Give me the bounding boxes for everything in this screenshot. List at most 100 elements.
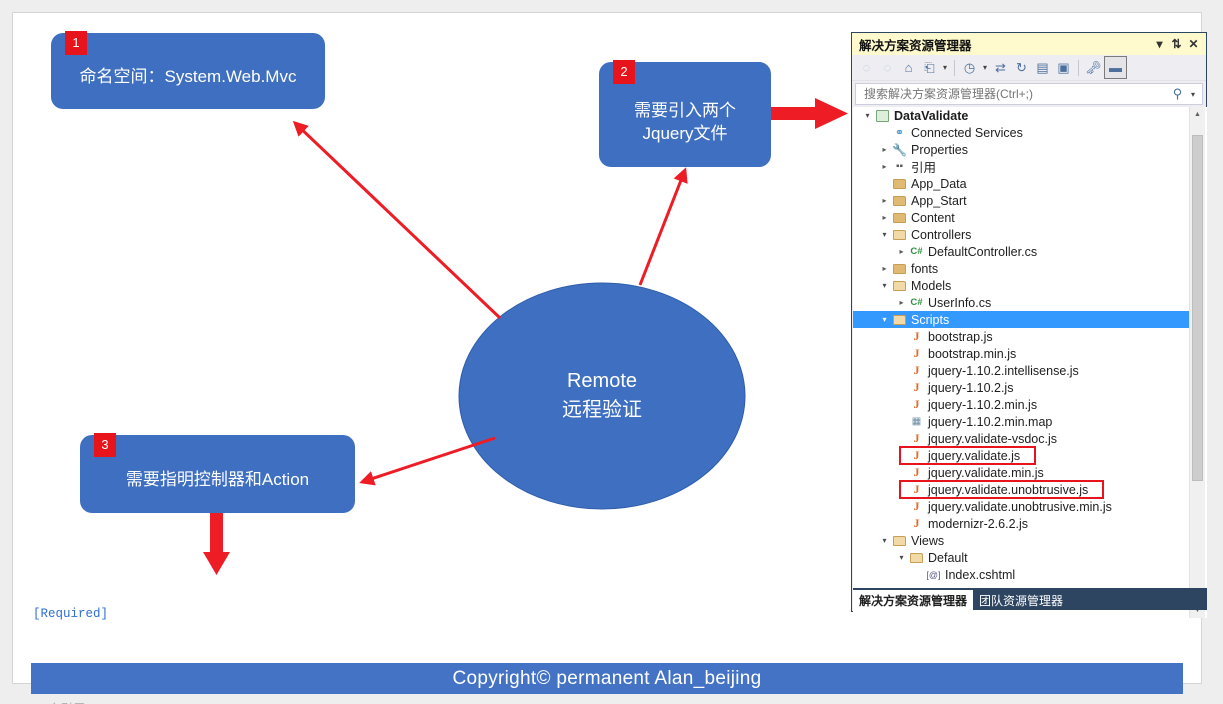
- sync-with-active-document-icon[interactable]: ⎗: [919, 57, 940, 78]
- chevron-open-icon[interactable]: ▾: [878, 281, 891, 290]
- tree-item-default[interactable]: ▾ Default: [853, 549, 1192, 566]
- chevron-open-icon[interactable]: ▾: [878, 536, 891, 545]
- tree-item-label: jquery.validate-vsdoc.js: [928, 431, 1057, 446]
- tree-item-label: fonts: [911, 261, 939, 276]
- tree-item-jquery-validate-js[interactable]: Jjquery.validate.js: [853, 447, 1192, 464]
- folderopen-icon: [891, 229, 908, 240]
- tree-item-scripts[interactable]: ▾ Scripts: [853, 311, 1192, 328]
- solution-explorer-tree[interactable]: ▾ DataValidate ⚭ Connected Services ▸ 🔧 Proper…: [853, 107, 1207, 618]
- tree-item-label: jquery-1.10.2.min.js: [928, 397, 1038, 412]
- chevron-open-icon[interactable]: ▾: [878, 315, 891, 324]
- js-icon: J: [913, 431, 920, 445]
- folderopen-icon: [891, 280, 908, 291]
- tree-item-app-start[interactable]: ▸ App_Start: [853, 192, 1192, 209]
- scroll-up-icon[interactable]: ▲: [1190, 107, 1205, 122]
- chevron-closed-icon[interactable]: ▸: [878, 162, 891, 171]
- tree-item-jquery-1-10-2-min-js[interactable]: Jjquery-1.10.2.min.js: [853, 396, 1192, 413]
- chevron-open-icon[interactable]: ▾: [895, 553, 908, 562]
- forward-icon[interactable]: ◌: [877, 57, 898, 78]
- js-icon: J: [913, 363, 920, 377]
- tree-item-label: jquery.validate.unobtrusive.min.js: [928, 499, 1112, 514]
- refresh-icon[interactable]: ↻: [1011, 57, 1032, 78]
- pending-changes-filter-icon[interactable]: ◷: [959, 57, 980, 78]
- collapse-all-icon[interactable]: ▤: [1032, 57, 1053, 78]
- tree-item-label: App_Data: [911, 176, 967, 191]
- filter-dropdown-icon[interactable]: ▾: [980, 57, 990, 78]
- tree-item-userinfo-cs[interactable]: ▸ C# UserInfo.cs: [853, 294, 1192, 311]
- chevron-open-icon[interactable]: ▾: [861, 111, 874, 120]
- tree-item-label: 引用: [911, 161, 937, 175]
- tree-item-jquery-validate-unobtrusive-min-js[interactable]: Jjquery.validate.unobtrusive.min.js: [853, 498, 1192, 515]
- tree-item-label: DataValidate: [894, 108, 969, 123]
- footer-text: Copyright© permanent Alan_beijing: [452, 667, 762, 689]
- solution-explorer-panel: 解决方案资源管理器 ▾ ⇅ ✕ ◌ ◌ ⌂ ⎗ ▾ ◷ ▾ ⇄ ↻ ▤ ▣ 🗝 …: [851, 32, 1207, 618]
- tree-item-label: bootstrap.min.js: [928, 346, 1017, 361]
- map-icon: ▦: [911, 416, 922, 427]
- callout-2[interactable]: 2 需要引入两个 Jquery文件: [599, 60, 771, 167]
- tree-item-label: Connected Services: [911, 125, 1023, 140]
- chevron-closed-icon[interactable]: ▸: [895, 247, 908, 256]
- cs-icon: C#: [910, 297, 923, 308]
- js-icon: J: [913, 499, 920, 513]
- tab-solution-explorer[interactable]: 解决方案资源管理器: [853, 590, 974, 610]
- callout-3[interactable]: 3 需要指明控制器和Action: [80, 433, 355, 513]
- scrollbar-thumb[interactable]: [1192, 135, 1203, 481]
- sync-dropdown-icon[interactable]: ▾: [940, 57, 950, 78]
- chevron-closed-icon[interactable]: ▸: [878, 145, 891, 154]
- js-icon: J: [913, 448, 920, 462]
- js-icon: J: [913, 380, 920, 394]
- solution-explorer-search[interactable]: ⚲ ▾: [855, 83, 1203, 105]
- preview-selected-items-icon[interactable]: ▬: [1104, 56, 1127, 79]
- tree-item-models[interactable]: ▾ Models: [853, 277, 1192, 294]
- search-icon[interactable]: ⚲: [1167, 84, 1188, 105]
- solution-explorer-title: 解决方案资源管理器: [859, 38, 972, 53]
- tree-item-jquery-1-10-2-js[interactable]: Jjquery-1.10.2.js: [853, 379, 1192, 396]
- tree-item-controllers[interactable]: ▾ Controllers: [853, 226, 1192, 243]
- window-dropdown-icon[interactable]: ▾: [1151, 35, 1168, 53]
- tab-team-explorer[interactable]: 团队资源管理器: [973, 590, 1069, 610]
- tree-item-label: Default: [928, 550, 968, 565]
- tree-item-label: jquery-1.10.2.intellisense.js: [928, 363, 1079, 378]
- home-icon[interactable]: ⌂: [898, 57, 919, 78]
- tree-item-fonts[interactable]: ▸ fonts: [853, 260, 1192, 277]
- chevron-closed-icon[interactable]: ▸: [878, 213, 891, 222]
- tree-item-label: UserInfo.cs: [928, 295, 992, 310]
- tree-item-jquery-validate-min-js[interactable]: Jjquery.validate.min.js: [853, 464, 1192, 481]
- search-dropdown-icon[interactable]: ▾: [1188, 84, 1198, 105]
- show-all-files-icon[interactable]: ⇄: [990, 57, 1011, 78]
- back-icon[interactable]: ◌: [856, 57, 877, 78]
- tree-item-label: jquery-1.10.2.js: [928, 380, 1014, 395]
- view-code-icon[interactable]: 🗝: [1083, 57, 1104, 78]
- tree-item-modernizr-2-6-2-js[interactable]: Jmodernizr-2.6.2.js: [853, 515, 1192, 532]
- tree-item-jquery-validate-unobtrusive-js[interactable]: Jjquery.validate.unobtrusive.js: [853, 481, 1192, 498]
- tree-item-jquery-1-10-2-intellisense-js[interactable]: Jjquery-1.10.2.intellisense.js: [853, 362, 1192, 379]
- service-icon: ⚭: [894, 127, 905, 139]
- tree-item-properties[interactable]: ▸ 🔧 Properties: [853, 141, 1192, 158]
- tree-item-label: Models: [911, 278, 952, 293]
- close-icon[interactable]: ✕: [1185, 35, 1202, 53]
- tree-item-label: jquery.validate.min.js: [928, 465, 1044, 480]
- chevron-open-icon[interactable]: ▾: [878, 230, 891, 239]
- tree-item-defaultcontroller-cs[interactable]: ▸ C# DefaultController.cs: [853, 243, 1192, 260]
- tree-item-views[interactable]: ▾ Views: [853, 532, 1192, 549]
- callout-1[interactable]: 1 命名空间：System.Web.Mvc: [51, 31, 325, 109]
- tree-item-content[interactable]: ▸ Content: [853, 209, 1192, 226]
- tree-item-jquery-validate-vsdoc-js[interactable]: Jjquery.validate-vsdoc.js: [853, 430, 1192, 447]
- tree-item-[interactable]: ▸ ▪▪ 引用: [853, 158, 1192, 175]
- tree-item-connected-services[interactable]: ⚭ Connected Services: [853, 124, 1192, 141]
- properties-window-icon[interactable]: ▣: [1053, 57, 1074, 78]
- js-icon: J: [913, 329, 920, 343]
- tree-item-bootstrap-js[interactable]: Jbootstrap.js: [853, 328, 1192, 345]
- pin-icon[interactable]: ⇅: [1168, 35, 1185, 53]
- toolbar-separator-1: [954, 59, 955, 76]
- tree-item-app-data[interactable]: App_Data: [853, 175, 1192, 192]
- chevron-closed-icon[interactable]: ▸: [895, 298, 908, 307]
- tree-item-datavalidate[interactable]: ▾ DataValidate: [853, 107, 1192, 124]
- tree-item-jquery-1-10-2-min-map[interactable]: ▦ jquery-1.10.2.min.map: [853, 413, 1192, 430]
- search-input[interactable]: [862, 86, 1167, 102]
- tree-item-bootstrap-min-js[interactable]: Jbootstrap.min.js: [853, 345, 1192, 362]
- tree-scrollbar[interactable]: ▲ ▼: [1189, 107, 1205, 618]
- chevron-closed-icon[interactable]: ▸: [878, 196, 891, 205]
- chevron-closed-icon[interactable]: ▸: [878, 264, 891, 273]
- tree-item-index-cshtml[interactable]: [@] Index.cshtml: [853, 566, 1192, 583]
